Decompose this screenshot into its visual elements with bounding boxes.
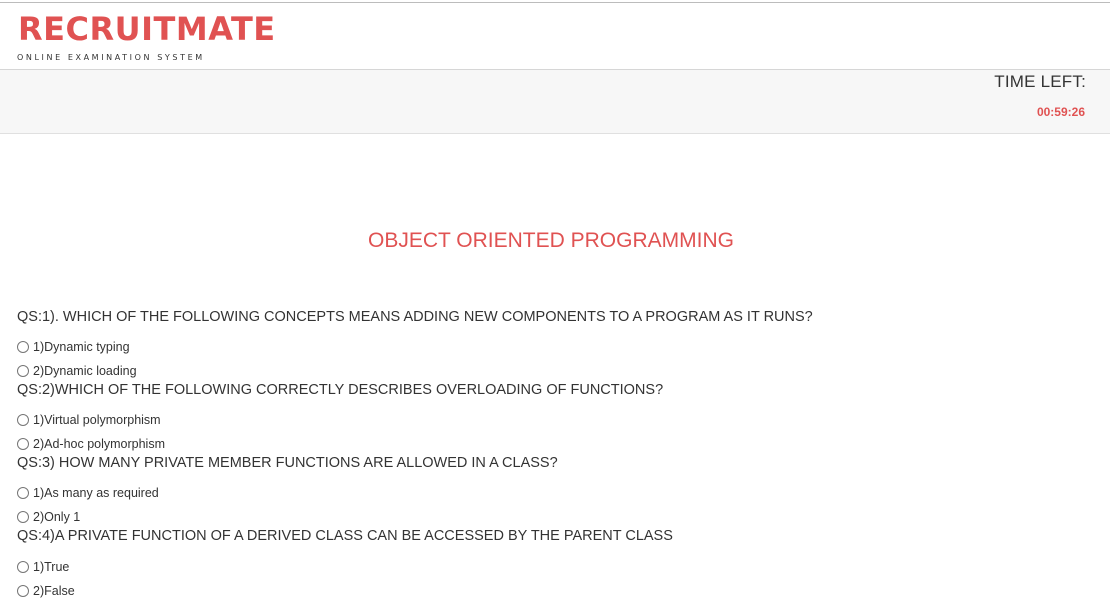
option-label: 2)Ad-hoc polymorphism <box>33 437 165 451</box>
question-text: QS:4)A PRIVATE FUNCTION OF A DERIVED CLA… <box>17 528 673 544</box>
option-label: 1)Dynamic typing <box>33 340 130 354</box>
brand-subtitle: ONLINE EXAMINATION SYSTEM <box>17 53 205 62</box>
brand-logo-title: RECRUITMATE <box>18 10 276 48</box>
time-left-value: 00:59:26 <box>1036 105 1085 119</box>
radio-button[interactable] <box>17 585 29 597</box>
radio-button[interactable] <box>17 438 29 450</box>
time-left-label: TIME LEFT: <box>994 72 1086 91</box>
option-label: 1)As many as required <box>33 486 159 500</box>
question-text: QS:2)WHICH OF THE FOLLOWING CORRECTLY DE… <box>17 382 664 398</box>
question-text: QS:1). WHICH OF THE FOLLOWING CONCEPTS M… <box>17 309 813 325</box>
option-radio[interactable]: 2)Only 1 <box>17 510 80 524</box>
option-radio[interactable]: 1)Dynamic typing <box>17 340 130 354</box>
timer-bar: TIME LEFT: 00:59:26 <box>0 70 1110 134</box>
option-label: 1)Virtual polymorphism <box>33 413 161 427</box>
option-label: 2)False <box>33 584 75 598</box>
option-radio[interactable]: 1)Virtual polymorphism <box>17 413 161 427</box>
radio-button[interactable] <box>17 414 29 426</box>
option-radio[interactable]: 2)Ad-hoc polymorphism <box>17 437 165 451</box>
option-radio[interactable]: 1)As many as required <box>17 486 159 500</box>
radio-button[interactable] <box>17 341 29 353</box>
option-radio[interactable]: 2)Dynamic loading <box>17 364 137 378</box>
radio-button[interactable] <box>17 365 29 377</box>
radio-button[interactable] <box>17 511 29 523</box>
radio-button[interactable] <box>17 487 29 499</box>
option-radio[interactable]: 1)True <box>17 560 69 574</box>
option-label: 2)Dynamic loading <box>33 364 137 378</box>
brand-header: RECRUITMATE ONLINE EXAMINATION SYSTEM <box>0 3 1110 70</box>
option-radio[interactable]: 2)False <box>17 584 75 598</box>
option-label: 1)True <box>33 560 70 574</box>
question-text: QS:3) HOW MANY PRIVATE MEMBER FUNCTIONS … <box>17 455 558 471</box>
subject-title: OBJECT ORIENTED PROGRAMMING <box>368 229 734 252</box>
radio-button[interactable] <box>17 561 29 573</box>
option-label: 2)Only 1 <box>33 510 81 524</box>
